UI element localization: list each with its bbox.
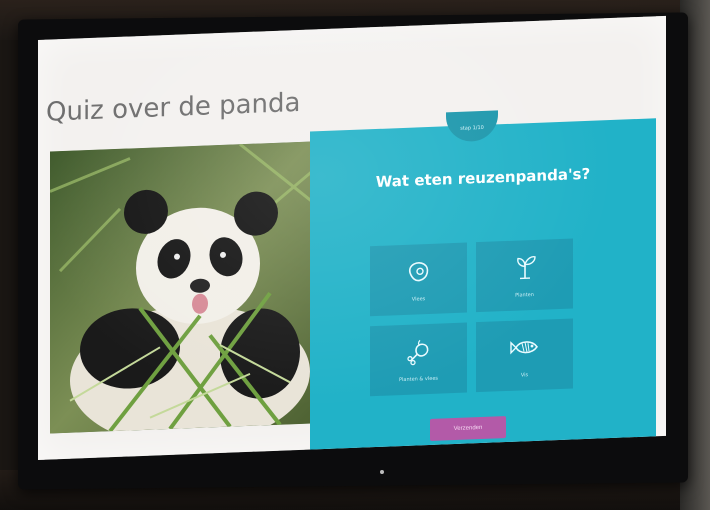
step-badge: stap 1/10 bbox=[446, 110, 498, 143]
monitor-brand bbox=[308, 455, 428, 456]
answer-option-label: Vis bbox=[520, 372, 529, 379]
chicken-leg-icon bbox=[407, 339, 429, 366]
answer-option-label: Vlees bbox=[411, 296, 426, 303]
panda-photo bbox=[50, 141, 312, 434]
answer-option-label: Planten & vlees bbox=[398, 375, 439, 384]
question-text: Wat eten reuzenpanda's? bbox=[375, 164, 591, 192]
answer-option-fish[interactable]: Vis bbox=[476, 318, 573, 393]
answer-options: Vlees Planten Planten & vlees Vis bbox=[370, 238, 590, 404]
answer-option-label: Planten bbox=[515, 291, 534, 299]
plant-icon bbox=[517, 256, 536, 280]
answer-option-plants-and-meat[interactable]: Planten & vlees bbox=[370, 322, 467, 397]
meat-icon bbox=[408, 262, 429, 282]
answer-option-plants[interactable]: Planten bbox=[476, 238, 573, 313]
submit-button[interactable]: Verzenden bbox=[430, 416, 506, 441]
page-title: Quiz over de panda bbox=[46, 87, 301, 128]
fish-icon bbox=[510, 341, 538, 355]
screen: Quiz over de panda stap 1/10 Wat eten re… bbox=[38, 15, 666, 461]
answer-option-meat[interactable]: Vlees bbox=[370, 242, 467, 317]
question-panel: stap 1/10 Wat eten reuzenpanda's? Vlees … bbox=[310, 110, 656, 461]
power-led bbox=[380, 470, 384, 474]
